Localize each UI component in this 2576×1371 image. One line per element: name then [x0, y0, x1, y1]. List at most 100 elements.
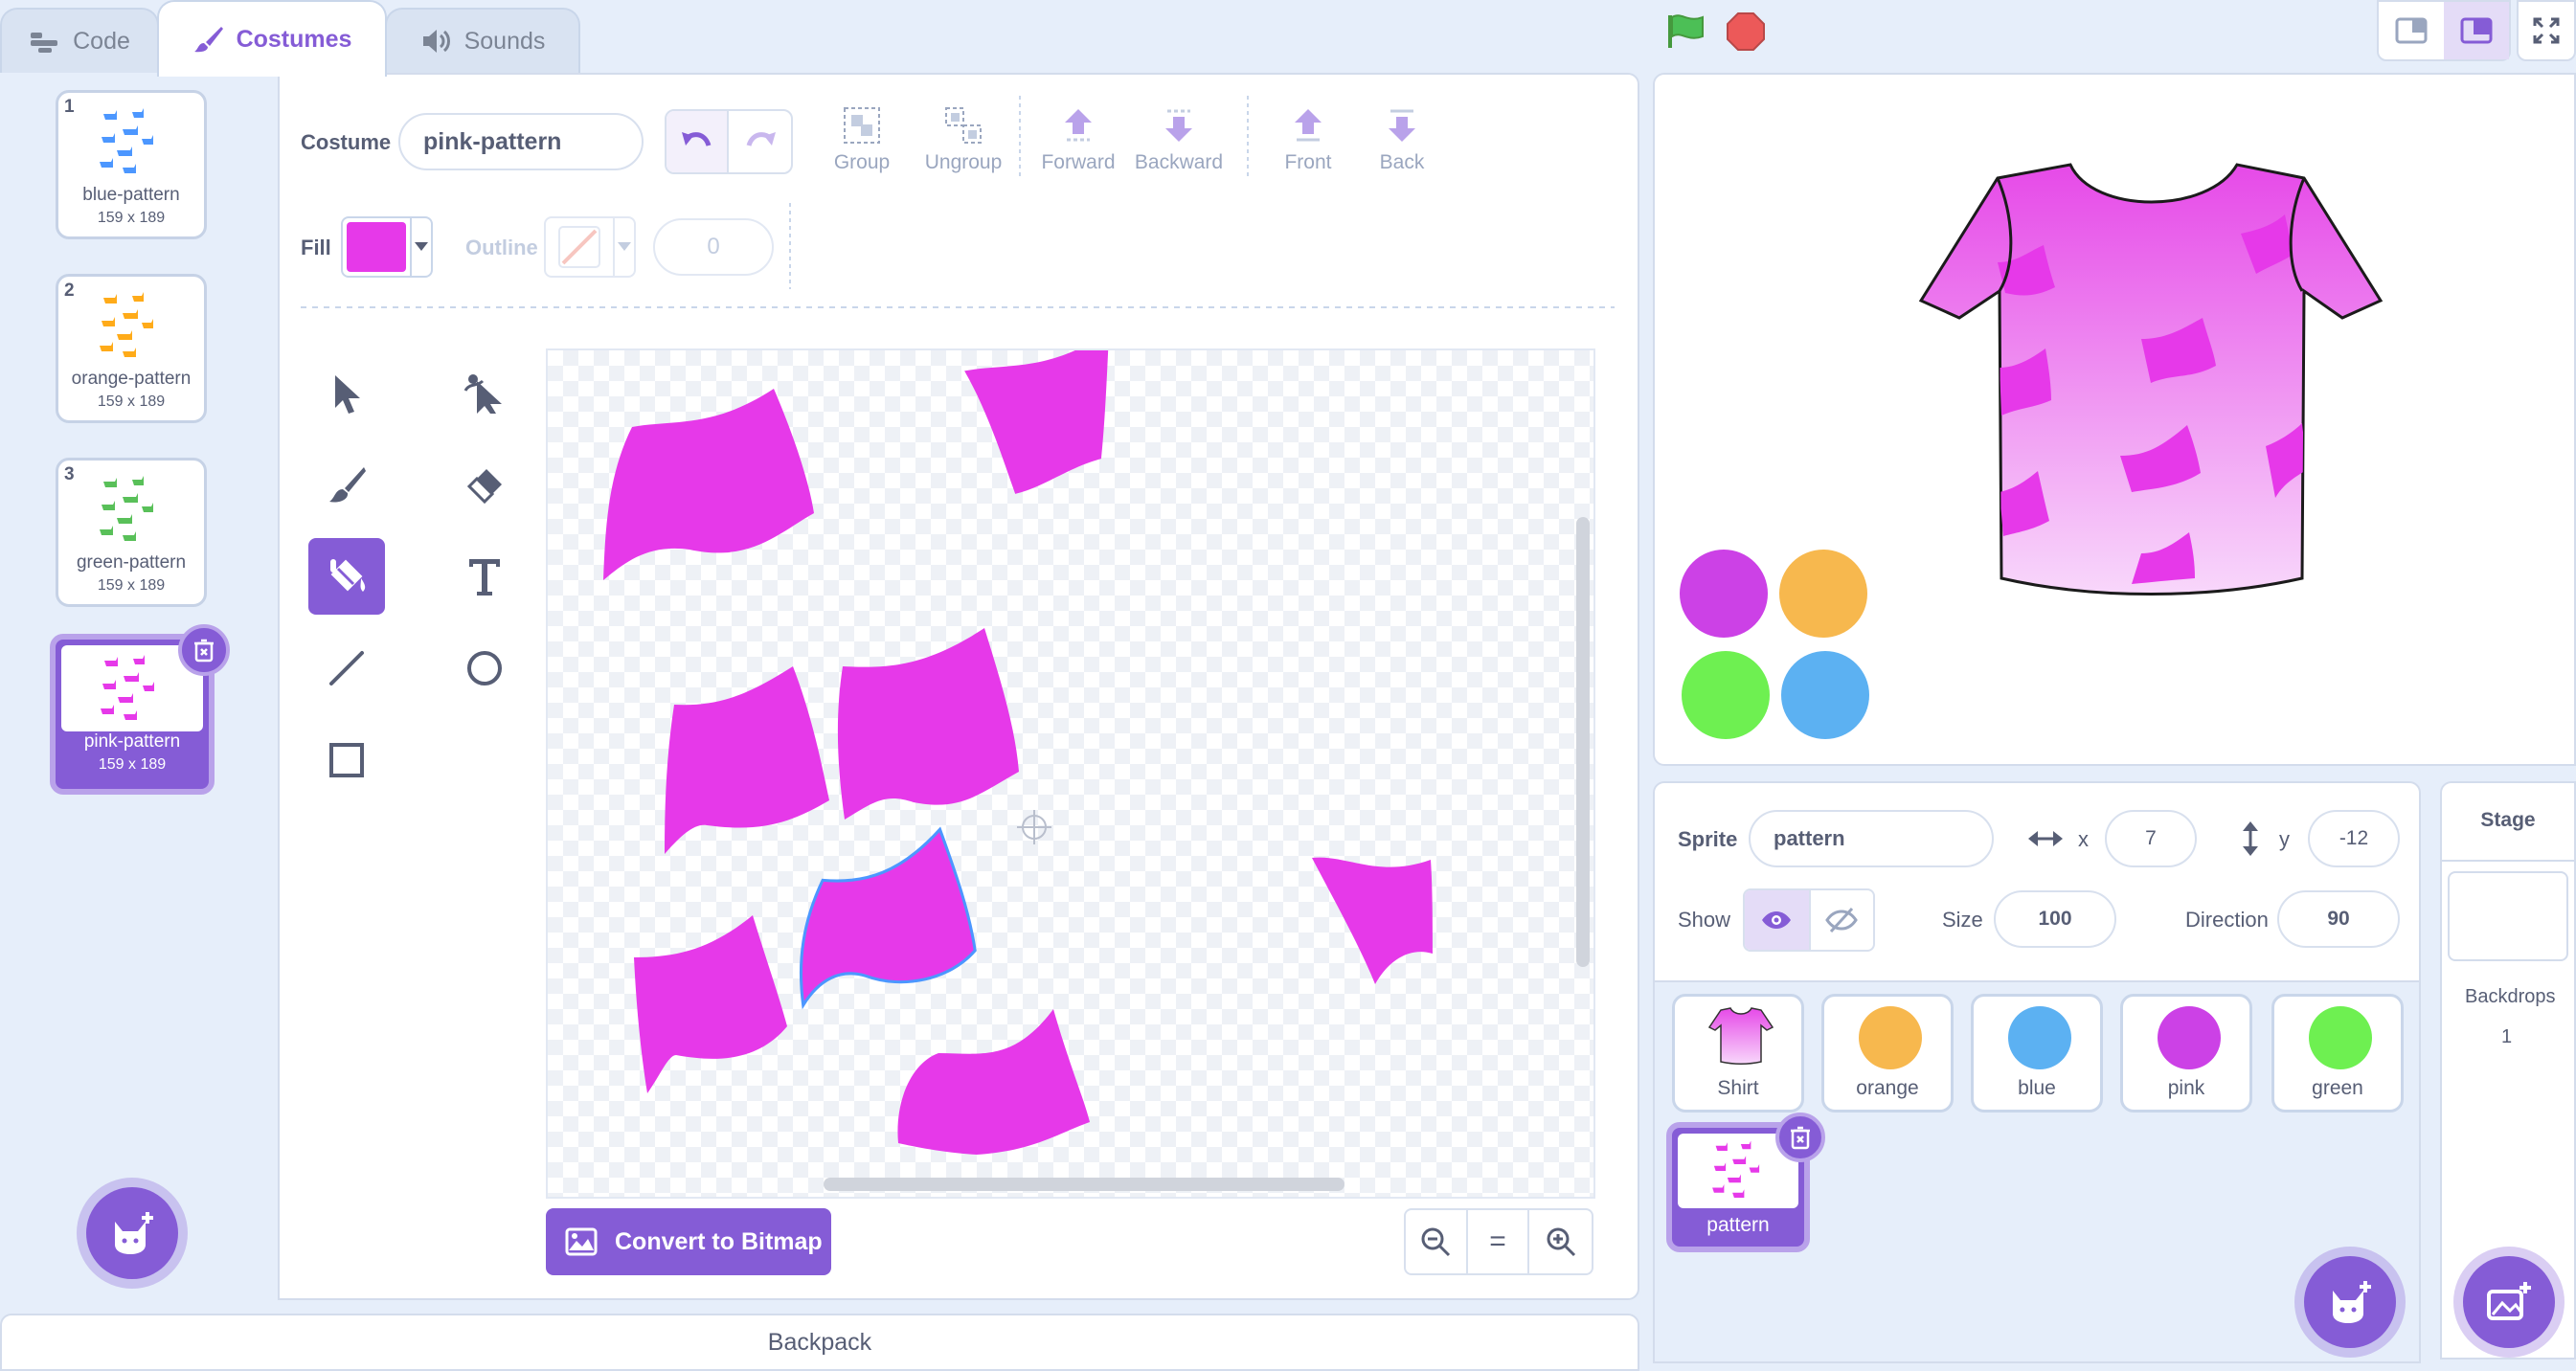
canvas-horizontal-scrollbar[interactable]: [824, 1178, 1344, 1191]
costume-thumb-image: [100, 292, 153, 357]
tab-sounds[interactable]: Sounds: [385, 8, 580, 73]
size-field[interactable]: 100: [1994, 890, 2116, 948]
sprite-name-label: pink: [2167, 1077, 2205, 1099]
reshape-icon: [463, 374, 502, 414]
backdrop-add-icon: [2487, 1282, 2531, 1320]
show-button[interactable]: [1745, 890, 1809, 950]
backpack[interactable]: Backpack: [0, 1314, 1639, 1371]
outline-swatch: [550, 222, 609, 272]
large-stage-button[interactable]: [2444, 2, 2509, 59]
size-label: Size: [1942, 908, 1983, 932]
fill-tool[interactable]: [308, 538, 385, 615]
back-button[interactable]: Back: [1373, 105, 1431, 174]
stage-size-toggle: [2377, 0, 2511, 61]
costume-size: 159 x 189: [97, 577, 166, 594]
costume-number: 2: [64, 281, 75, 301]
circle-tool[interactable]: [446, 630, 523, 707]
caret-down-icon: [415, 242, 428, 251]
choose-sprite-button[interactable]: [2304, 1256, 2396, 1348]
front-label: Front: [1284, 151, 1332, 173]
hide-button[interactable]: [1808, 890, 1873, 950]
fill-color-picker[interactable]: [341, 216, 433, 278]
convert-to-bitmap-button[interactable]: Convert to Bitmap: [546, 1208, 831, 1275]
caret-down-icon-2: [618, 242, 631, 251]
tab-costumes[interactable]: Costumes: [157, 0, 387, 77]
zoom-in-button[interactable]: [1529, 1210, 1592, 1273]
backward-label: Backward: [1134, 151, 1224, 173]
costume-number: 1: [64, 97, 75, 117]
reshape-tool[interactable]: [446, 354, 523, 431]
backpack-label: Backpack: [767, 1329, 872, 1356]
sprite-tile-orange[interactable]: orange: [1821, 994, 1954, 1113]
undo-button[interactable]: [667, 111, 730, 172]
text-tool[interactable]: [446, 538, 523, 615]
zoom-out-button[interactable]: [1406, 1210, 1468, 1273]
sprite-tile-pink[interactable]: pink: [2120, 994, 2252, 1113]
x-field[interactable]: 7: [2105, 810, 2197, 867]
costume-name-field[interactable]: pink-pattern: [398, 113, 644, 170]
paint-bucket-icon: [330, 559, 366, 592]
backdrop-thumbnail[interactable]: [2448, 871, 2568, 961]
delete-costume-button[interactable]: [178, 624, 230, 676]
zoom-in-icon: [1547, 1227, 1575, 1257]
forward-icon: [1065, 109, 1092, 142]
ungroup-button[interactable]: Ungroup: [925, 105, 1002, 174]
sprite-name-field[interactable]: pattern: [1749, 810, 1994, 867]
line-tool[interactable]: [308, 630, 385, 707]
choose-backdrop-button[interactable]: [2463, 1256, 2555, 1348]
group-icon: [844, 107, 880, 144]
brush-tool[interactable]: [308, 446, 385, 523]
select-tool[interactable]: [308, 354, 385, 431]
group-button[interactable]: Group: [833, 105, 891, 174]
circle-icon: [467, 651, 502, 686]
canvas-vertical-scrollbar[interactable]: [1576, 517, 1590, 967]
sprite-tile-blue[interactable]: blue: [1971, 994, 2103, 1113]
rectangle-tool[interactable]: [308, 722, 385, 798]
costume-item-green-pattern[interactable]: 3 green-pattern 159 x 189: [56, 458, 207, 607]
text-icon: [469, 559, 500, 596]
green-flag-icon[interactable]: [1664, 11, 1706, 50]
outline-width-field[interactable]: 0: [653, 218, 774, 276]
backward-button[interactable]: Backward: [1134, 105, 1224, 174]
forward-button[interactable]: Forward: [1040, 105, 1117, 174]
small-stage-button[interactable]: [2379, 2, 2444, 59]
delete-sprite-button[interactable]: [1775, 1113, 1825, 1162]
costume-thumb-image: [101, 655, 154, 720]
tab-code[interactable]: Code: [0, 8, 159, 73]
costume-name: orange-pattern: [71, 369, 192, 389]
image-icon: [565, 1227, 598, 1256]
shirt-sprite: [1918, 163, 2384, 596]
tab-code-label: Code: [73, 27, 130, 55]
costume-item-pink-pattern[interactable]: 4 pink-pattern 159 x 189: [50, 624, 230, 795]
outline-dropdown[interactable]: [613, 218, 634, 276]
redo-button[interactable]: [729, 111, 791, 172]
trash-icon: [194, 639, 214, 663]
stop-icon[interactable]: [1726, 11, 1766, 52]
front-button[interactable]: Front: [1279, 105, 1337, 174]
sprite-color-icon: [1859, 1006, 1922, 1069]
front-icon: [1295, 109, 1322, 142]
paint-canvas[interactable]: [546, 348, 1595, 1199]
ungroup-label: Ungroup: [924, 151, 1003, 173]
eye-icon: [1762, 911, 1792, 929]
cat-add-icon-2: [2333, 1281, 2371, 1323]
choose-costume-button[interactable]: [86, 1187, 178, 1279]
eraser-tool[interactable]: [446, 446, 523, 523]
sprite-tile-shirt[interactable]: Shirt: [1672, 994, 1804, 1113]
fill-dropdown[interactable]: [410, 218, 431, 276]
sprite-name-label: blue: [2018, 1077, 2056, 1099]
y-field[interactable]: -12: [2308, 810, 2400, 867]
sprite-tile-pattern[interactable]: pattern: [1666, 1113, 1825, 1252]
direction-field[interactable]: 90: [2277, 890, 2400, 948]
costume-item-blue-pattern[interactable]: 1 blue-pattern 159 x 189: [56, 90, 207, 239]
costume-item-orange-pattern[interactable]: 2 orange-pattern 159 x 189: [56, 274, 207, 423]
sprite-tile-green[interactable]: green: [2271, 994, 2404, 1113]
tab-sounds-label: Sounds: [463, 27, 546, 55]
outline-color-picker[interactable]: [544, 216, 636, 278]
costume-number: 3: [64, 464, 75, 484]
zoom-reset-button[interactable]: =: [1468, 1210, 1530, 1273]
paintbrush-icon: [193, 27, 223, 53]
fullscreen-button[interactable]: [2517, 0, 2576, 61]
sprite-label: Sprite: [1678, 827, 1738, 851]
stage-canvas[interactable]: [1653, 73, 2576, 766]
